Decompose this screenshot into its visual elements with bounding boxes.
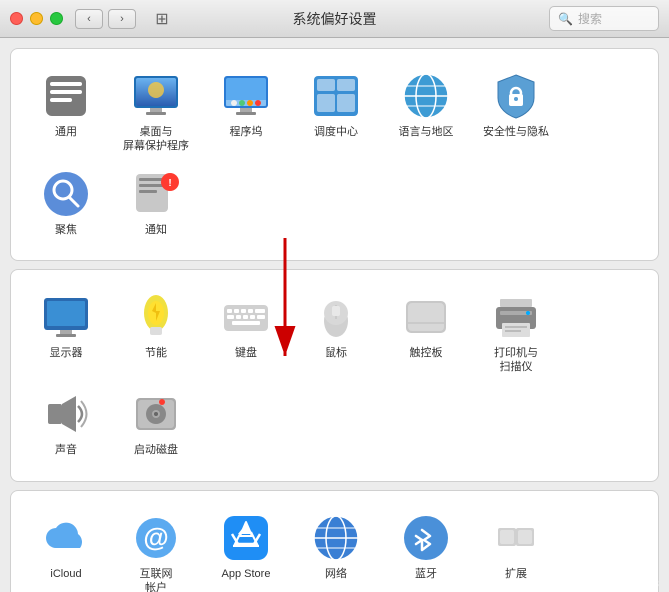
search-placeholder: 搜索 — [578, 10, 602, 27]
section-personal: 通用 — [10, 48, 659, 261]
spotlight-label: 聚焦 — [55, 223, 77, 237]
security-icon — [492, 72, 540, 120]
icon-item-general[interactable]: 通用 — [21, 64, 111, 162]
bluetooth-icon — [402, 514, 450, 562]
icloud-icon — [42, 514, 90, 562]
spotlight-icon — [42, 170, 90, 218]
display-icon — [42, 293, 90, 341]
bluetooth-label: 蓝牙 — [415, 567, 437, 581]
grid-icon[interactable]: ⊞ — [148, 9, 176, 29]
maximize-button[interactable] — [50, 12, 63, 25]
startup-icon — [132, 390, 180, 438]
search-icon: 🔍 — [558, 12, 573, 26]
icon-item-keyboard[interactable]: 键盘 — [201, 285, 291, 383]
close-button[interactable] — [10, 12, 23, 25]
notify-icon: ! — [132, 170, 180, 218]
sound-icon — [42, 390, 90, 438]
energy-label: 节能 — [145, 346, 167, 360]
section-hardware: 显示器 节能 — [10, 269, 659, 482]
mouse-icon — [312, 293, 360, 341]
icon-item-startup[interactable]: 启动磁盘 — [111, 382, 201, 465]
notify-label: 通知 — [145, 223, 167, 237]
icon-item-sound[interactable]: 声音 — [21, 382, 111, 465]
display-label: 显示器 — [50, 346, 83, 360]
icon-item-appstore[interactable]: App Store — [201, 506, 291, 592]
icon-item-bluetooth[interactable]: 蓝牙 — [381, 506, 471, 592]
icon-item-printer[interactable]: 打印机与扫描仪 — [471, 285, 561, 383]
general-label: 通用 — [55, 125, 77, 139]
icon-item-security[interactable]: 安全性与隐私 — [471, 64, 561, 162]
dock-label: 程序坞 — [230, 125, 263, 139]
general-icon — [42, 72, 90, 120]
internet-label: 互联网帐户 — [140, 567, 173, 592]
network-icon — [312, 514, 360, 562]
icon-item-desktop[interactable]: 桌面与屏幕保护程序 — [111, 64, 201, 162]
printer-label: 打印机与扫描仪 — [494, 346, 538, 375]
printer-icon — [492, 293, 540, 341]
search-box[interactable]: 🔍 搜索 — [549, 6, 659, 31]
main-content: 通用 — [0, 38, 669, 592]
language-label: 语言与地区 — [399, 125, 454, 139]
svg-text:!: ! — [168, 178, 171, 189]
forward-button[interactable]: › — [108, 9, 136, 29]
language-icon — [402, 72, 450, 120]
internet-icon: @ — [132, 514, 180, 562]
nav-buttons: ‹ › — [75, 9, 136, 29]
svg-text:@: @ — [143, 522, 168, 552]
mouse-label: 鼠标 — [325, 346, 347, 360]
back-button[interactable]: ‹ — [75, 9, 103, 29]
icon-item-mouse[interactable]: 鼠标 — [291, 285, 381, 383]
icloud-label: iCloud — [50, 567, 81, 581]
extensions-icon — [492, 514, 540, 562]
icon-item-mission[interactable]: 调度中心 — [291, 64, 381, 162]
appstore-icon — [222, 514, 270, 562]
icon-item-internet[interactable]: @ 互联网帐户 — [111, 506, 201, 592]
icon-item-trackpad[interactable]: 触控板 — [381, 285, 471, 383]
startup-label: 启动磁盘 — [134, 443, 178, 457]
window-title: 系统偏好设置 — [293, 9, 377, 29]
desktop-label: 桌面与屏幕保护程序 — [123, 125, 189, 154]
section2-grid: 显示器 节能 — [21, 285, 648, 466]
icon-item-energy[interactable]: 节能 — [111, 285, 201, 383]
section-internet: iCloud @ 互联网帐户 — [10, 490, 659, 592]
dock-icon — [222, 72, 270, 120]
security-label: 安全性与隐私 — [483, 125, 549, 139]
mission-label: 调度中心 — [314, 125, 358, 139]
icon-item-display[interactable]: 显示器 — [21, 285, 111, 383]
keyboard-label: 键盘 — [235, 346, 257, 360]
trackpad-label: 触控板 — [410, 346, 443, 360]
titlebar: ‹ › ⊞ 系统偏好设置 🔍 搜索 — [0, 0, 669, 38]
appstore-label: App Store — [222, 567, 271, 581]
mission-icon — [312, 72, 360, 120]
icon-item-spotlight[interactable]: 聚焦 — [21, 162, 111, 245]
icon-item-network[interactable]: 网络 — [291, 506, 381, 592]
trackpad-icon — [402, 293, 450, 341]
keyboard-icon — [222, 293, 270, 341]
network-label: 网络 — [325, 567, 347, 581]
traffic-lights — [10, 12, 63, 25]
icon-item-dock[interactable]: 程序坞 — [201, 64, 291, 162]
watermark: https://blog.csdn.net/qq_41630523 — [506, 579, 659, 590]
icon-item-icloud[interactable]: iCloud — [21, 506, 111, 592]
icon-item-language[interactable]: 语言与地区 — [381, 64, 471, 162]
section1-grid: 通用 — [21, 64, 648, 245]
minimize-button[interactable] — [30, 12, 43, 25]
icon-item-notify[interactable]: ! 通知 — [111, 162, 201, 245]
energy-icon — [132, 293, 180, 341]
desktop-icon — [132, 72, 180, 120]
sound-label: 声音 — [55, 443, 77, 457]
